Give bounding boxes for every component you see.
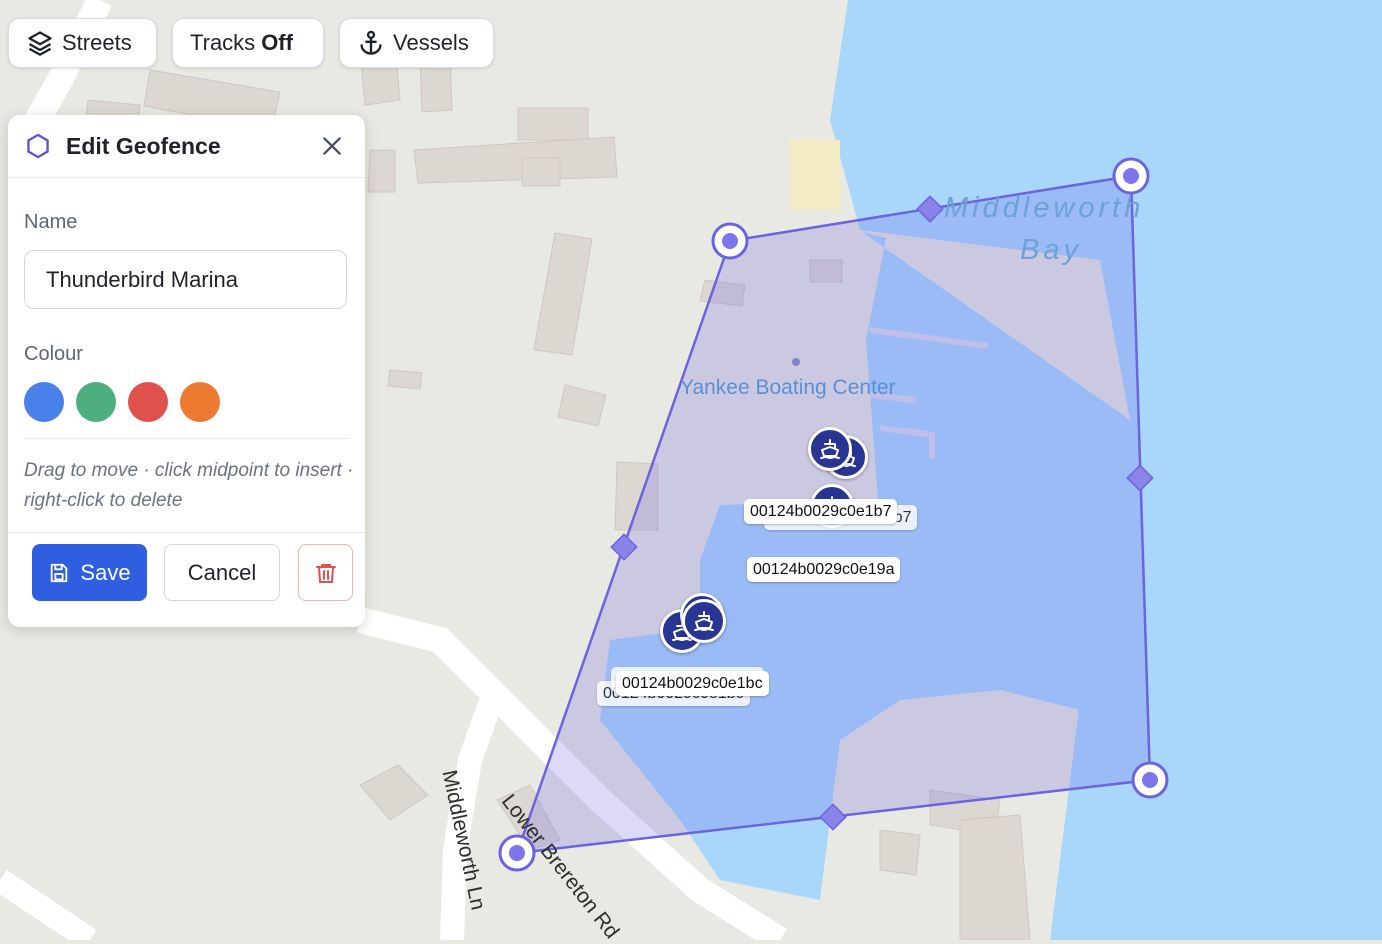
panel-header: Edit Geofence (8, 115, 365, 178)
cancel-button[interactable]: Cancel (164, 544, 280, 601)
panel-divider (8, 532, 365, 533)
colour-swatch-orange[interactable] (180, 382, 220, 422)
save-icon (51, 563, 68, 582)
poi-label-yankee-boating: Yankee Boating Center (680, 376, 896, 399)
tracks-toggle-button[interactable]: Tracks Off (172, 18, 324, 68)
vessels-button[interactable]: Vessels (339, 18, 494, 68)
cancel-label: Cancel (187, 559, 257, 585)
vessel-label[interactable]: 00124b0029c0e1bc (616, 671, 769, 696)
save-label: Save (80, 559, 131, 585)
sand-patch (790, 140, 840, 210)
save-button[interactable]: Save (32, 544, 147, 601)
streets-layer-button[interactable]: Streets (8, 18, 157, 68)
vessel-label[interactable]: 00124b0029c0e19a (747, 557, 901, 582)
tracks-toggle-label: Tracks (190, 30, 256, 55)
colour-swatch-red[interactable] (128, 382, 168, 422)
streets-layer-label: Streets (62, 30, 132, 55)
layers-icon (28, 31, 52, 56)
tracks-toggle-state: Off (261, 30, 293, 55)
edit-geofence-panel: Edit Geofence Name Colour Drag to move ·… (8, 115, 365, 627)
water-label-middleworth: Middleworth (944, 192, 1145, 224)
vertex-handle-nw[interactable] (711, 222, 749, 260)
vessels-label: Vessels (393, 30, 469, 55)
delete-button[interactable] (298, 544, 353, 601)
name-label: Name (24, 211, 78, 233)
hexagon-icon (27, 133, 49, 159)
vessel-marker[interactable] (808, 427, 852, 471)
vessel-label[interactable]: 00124b0029c0e1b7 (744, 499, 898, 524)
trash-icon (315, 563, 336, 583)
colour-swatch-blue[interactable] (24, 382, 64, 422)
edit-hint-text: Drag to move · click midpoint to insert … (24, 460, 354, 511)
vertex-handle-ne[interactable] (1112, 157, 1150, 195)
panel-divider (24, 438, 349, 439)
close-icon[interactable] (319, 133, 345, 159)
ship-icon (820, 439, 840, 459)
water-label-bay: Bay (1020, 234, 1082, 266)
vertex-handle-se[interactable] (1131, 761, 1169, 799)
colour-swatch-green[interactable] (76, 382, 116, 422)
geofence-name-input[interactable] (24, 250, 347, 309)
ship-icon (694, 611, 714, 631)
anchor-icon (360, 30, 382, 55)
panel-title: Edit Geofence (66, 132, 221, 159)
colour-label: Colour (24, 343, 83, 365)
vessel-marker[interactable] (682, 599, 726, 643)
poi-dot (792, 358, 800, 366)
